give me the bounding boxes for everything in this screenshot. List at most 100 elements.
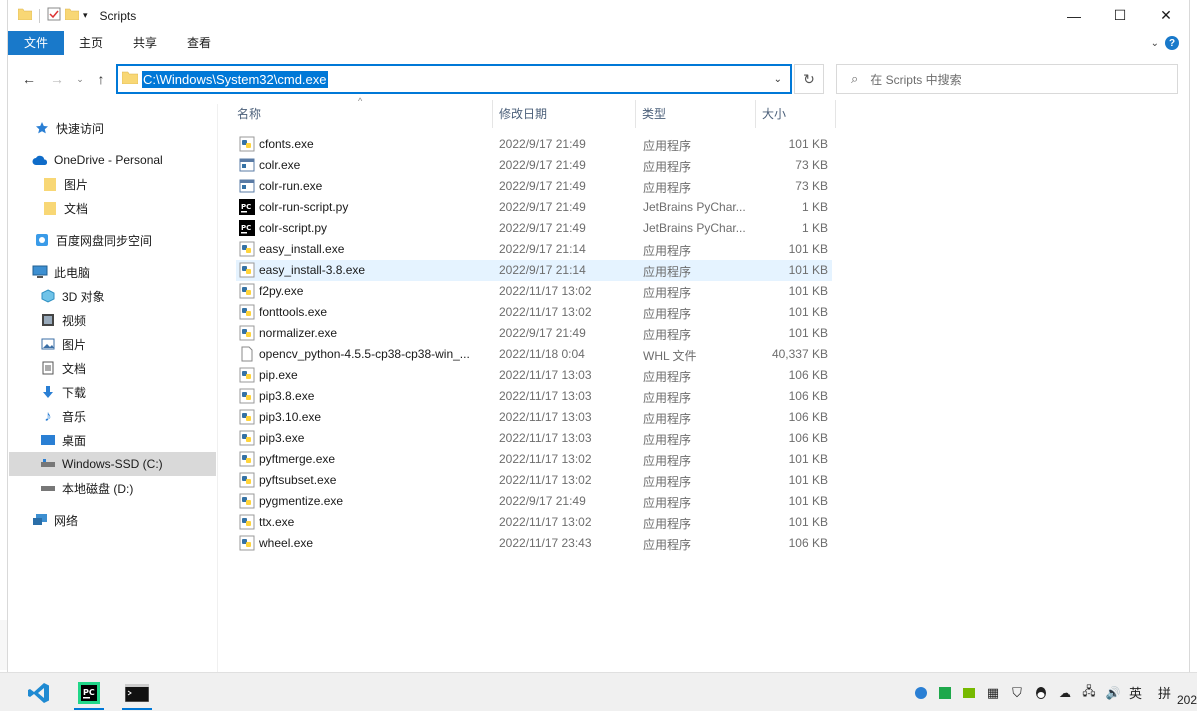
up-arrow-icon[interactable]: ↑ xyxy=(92,70,110,88)
ime-mode-indicator[interactable]: 拼 xyxy=(1158,683,1171,702)
column-divider[interactable] xyxy=(492,100,493,128)
sidebar-item-onedrive-pictures[interactable]: 图片 xyxy=(42,172,88,196)
tab-view[interactable]: 查看 xyxy=(172,31,226,55)
address-path[interactable]: C:\Windows\System32\cmd.exe xyxy=(142,70,328,88)
column-divider[interactable] xyxy=(635,100,636,128)
file-row[interactable]: colr.exe 2022/9/17 21:49 应用程序 73 KB xyxy=(236,155,832,176)
search-placeholder[interactable]: 在 Scripts 中搜索 xyxy=(870,71,961,88)
python-exe-icon xyxy=(239,304,255,320)
python-exe-icon xyxy=(239,409,255,425)
file-row[interactable]: normalizer.exe 2022/9/17 21:49 应用程序 101 KB xyxy=(236,323,832,344)
close-button[interactable]: ✕ xyxy=(1143,0,1189,31)
file-name: opencv_python-4.5.5-cp38-cp38-win_... xyxy=(259,347,470,361)
tab-file[interactable]: 文件 xyxy=(8,31,65,55)
new-folder-icon[interactable] xyxy=(64,8,80,23)
qq-icon[interactable] xyxy=(1033,685,1049,701)
clock[interactable]: 202 xyxy=(1177,693,1197,707)
sidebar-item-downloads[interactable]: 下载 xyxy=(40,380,86,404)
sidebar-item-network[interactable]: 网络 xyxy=(32,508,78,532)
python-exe-icon xyxy=(239,262,255,278)
sidebar-item-this-pc[interactable]: 此电脑 xyxy=(32,260,90,284)
security-shield-icon[interactable]: ⛉ xyxy=(1009,685,1025,701)
file-row[interactable]: pip3.exe 2022/11/17 13:03 应用程序 106 KB xyxy=(236,428,832,449)
drive-icon xyxy=(40,456,56,472)
exe-icon xyxy=(239,178,255,194)
baidu-netdisk-tray-icon[interactable] xyxy=(913,685,929,701)
file-row[interactable]: pip3.10.exe 2022/11/17 13:03 应用程序 106 KB xyxy=(236,407,832,428)
maximize-button[interactable]: ☐ xyxy=(1097,0,1143,31)
file-row[interactable]: f2py.exe 2022/11/17 13:02 应用程序 101 KB xyxy=(236,281,832,302)
folder-icon[interactable] xyxy=(17,8,33,23)
file-row[interactable]: pyftmerge.exe 2022/11/17 13:02 应用程序 101 KB xyxy=(236,449,832,470)
sidebar-item-quick-access[interactable]: 快速访问 xyxy=(34,116,104,140)
python-exe-icon xyxy=(239,535,255,551)
properties-icon[interactable] xyxy=(47,7,61,24)
expand-ribbon-icon[interactable]: ⌄ xyxy=(1151,38,1159,49)
column-divider[interactable] xyxy=(755,100,756,128)
nvidia-icon[interactable] xyxy=(961,685,977,701)
file-row[interactable]: cfonts.exe 2022/9/17 21:49 应用程序 101 KB xyxy=(236,134,832,155)
ime-language-indicator[interactable]: 英 xyxy=(1129,683,1142,702)
file-size: 106 KB xyxy=(788,368,828,382)
file-row[interactable]: fonttools.exe 2022/11/17 13:02 应用程序 101 KB xyxy=(236,302,832,323)
sidebar-item-3d-objects[interactable]: 3D 对象 xyxy=(40,284,105,308)
network-status-icon[interactable]: 🖧 xyxy=(1081,684,1097,701)
tab-home[interactable]: 主页 xyxy=(64,31,118,55)
sidebar-item-pictures[interactable]: 图片 xyxy=(40,332,86,356)
file-row[interactable]: pyftsubset.exe 2022/11/17 13:02 应用程序 101 KB xyxy=(236,470,832,491)
sidebar-item-music[interactable]: ♪ 音乐 xyxy=(40,404,86,428)
tab-share[interactable]: 共享 xyxy=(118,31,172,55)
sidebar-item-videos[interactable]: 视频 xyxy=(40,308,86,332)
sidebar-item-documents[interactable]: 文档 xyxy=(40,356,86,380)
refresh-icon[interactable]: ↻ xyxy=(794,64,824,94)
python-exe-icon xyxy=(239,325,255,341)
minimize-button[interactable]: — xyxy=(1051,0,1097,31)
sidebar-item-label: 图片 xyxy=(62,337,87,352)
address-bar[interactable]: C:\Windows\System32\cmd.exe ⌄ xyxy=(116,64,792,94)
column-header-type[interactable]: 类型 xyxy=(642,98,666,128)
pycharm-file-icon: PC xyxy=(239,199,255,215)
drive-icon xyxy=(40,480,56,496)
terminal-icon[interactable] xyxy=(118,676,156,710)
computer-icon xyxy=(32,264,48,280)
file-row[interactable]: easy_install-3.8.exe 2022/9/17 21:14 应用程序 1… xyxy=(236,260,832,281)
pycharm-icon[interactable]: PC xyxy=(70,676,108,710)
file-row[interactable]: pygmentize.exe 2022/9/17 21:49 应用程序 101 KB xyxy=(236,491,832,512)
title-bar: ▾ Scripts — ☐ ✕ xyxy=(8,0,1189,31)
cloud-sync-icon[interactable]: ☁ xyxy=(1057,685,1073,701)
back-arrow-icon[interactable]: ← xyxy=(20,70,38,88)
network-icon xyxy=(32,512,48,528)
column-header-modified[interactable]: 修改日期 xyxy=(499,98,547,128)
column-header-name[interactable]: 名称 xyxy=(237,98,261,128)
customize-dropdown-icon[interactable]: ▾ xyxy=(83,10,88,21)
file-row[interactable]: ttx.exe 2022/11/17 13:02 应用程序 101 KB xyxy=(236,512,832,533)
app-tray-icon[interactable] xyxy=(937,685,953,701)
sidebar-item-drive-d[interactable]: 本地磁盘 (D:) xyxy=(40,476,133,500)
file-row[interactable]: colr-run.exe 2022/9/17 21:49 应用程序 73 KB xyxy=(236,176,832,197)
address-history-chevron-icon[interactable]: ⌄ xyxy=(774,74,782,85)
sidebar-item-onedrive-documents[interactable]: 文档 xyxy=(42,196,88,220)
sidebar-item-desktop[interactable]: 桌面 xyxy=(40,428,86,452)
sidebar-item-baidu-netdisk[interactable]: 百度网盘同步空间 xyxy=(34,228,152,252)
file-row[interactable]: pip3.8.exe 2022/11/17 13:03 应用程序 106 KB xyxy=(236,386,832,407)
volume-icon[interactable]: 🔊 xyxy=(1105,685,1121,701)
column-divider[interactable] xyxy=(835,100,836,128)
file-row[interactable]: PC colr-script.py 2022/9/17 21:49 JetBrains… xyxy=(236,218,832,239)
file-size: 101 KB xyxy=(788,305,828,319)
vscode-icon[interactable] xyxy=(20,676,58,710)
desktop-icon xyxy=(40,432,56,448)
file-row[interactable]: PC colr-run-script.py 2022/9/17 21:49 JetBr… xyxy=(236,197,832,218)
recent-locations-icon[interactable]: ⌄ xyxy=(71,70,89,88)
grid-icon[interactable]: ▦ xyxy=(985,685,1001,701)
forward-arrow-icon[interactable]: → xyxy=(48,70,66,88)
help-icon[interactable]: ? xyxy=(1165,36,1179,50)
file-row[interactable]: opencv_python-4.5.5-cp38-cp38-win_... 202… xyxy=(236,344,832,365)
sidebar-item-onedrive[interactable]: OneDrive - Personal xyxy=(32,148,163,172)
search-box[interactable]: ⌕ 在 Scripts 中搜索 xyxy=(836,64,1178,94)
file-row[interactable]: easy_install.exe 2022/9/17 21:14 应用程序 101 K… xyxy=(236,239,832,260)
file-row[interactable]: wheel.exe 2022/11/17 23:43 应用程序 106 KB xyxy=(236,533,832,554)
column-header-size[interactable]: 大小 xyxy=(762,98,786,128)
sidebar-item-drive-c[interactable]: Windows-SSD (C:) xyxy=(9,452,216,476)
file-row[interactable]: pip.exe 2022/11/17 13:03 应用程序 106 KB xyxy=(236,365,832,386)
file-type: 应用程序 xyxy=(643,307,692,321)
